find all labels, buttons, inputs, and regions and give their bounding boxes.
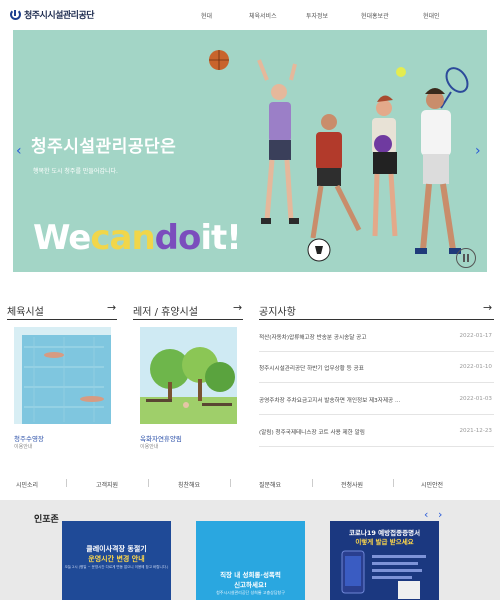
- hero-banner[interactable]: 청주시설관리공단은 행복한 도시 청주를 만들어갑니다. ‹ › Wecando…: [13, 30, 487, 272]
- slogan-do: do: [154, 218, 202, 258]
- banner-headline: 클레이사격장 동절기: [86, 545, 147, 553]
- notice-item[interactable]: (알림) 청주국제테니스장 코트 사용 제한 알림 2021-12-23: [259, 419, 494, 447]
- divider: [148, 479, 149, 487]
- quick-link[interactable]: 시민안전: [421, 480, 443, 489]
- notice-title[interactable]: 공영주차장 주차요금고지서 발송하면 개인정보 제3자제공 ...: [259, 396, 400, 404]
- notice-section-header: 공지사항 →: [259, 301, 494, 320]
- sports-thumbnail[interactable]: [14, 327, 111, 424]
- divider: [312, 479, 313, 487]
- notice-title[interactable]: (알림) 청주국제테니스장 코트 사용 제한 알림: [259, 428, 365, 436]
- notice-date: 2021-12-23: [459, 428, 492, 434]
- pause-icon[interactable]: [456, 248, 476, 268]
- nav-item-1[interactable]: 현대: [201, 11, 212, 20]
- arrow-right-icon[interactable]: →: [233, 301, 242, 314]
- quick-link[interactable]: 전청사원: [341, 480, 363, 489]
- quick-link[interactable]: 시민소리: [16, 480, 38, 489]
- sports-section-title: 체육시설: [7, 307, 44, 318]
- quick-link[interactable]: 질문해요: [259, 480, 281, 489]
- divider: [259, 319, 494, 320]
- chevron-right-icon[interactable]: ›: [438, 508, 442, 521]
- notice-title[interactable]: 청주시시설관리공단 하반기 업무상황 등 공표: [259, 364, 364, 372]
- banner-headline: 직장 내 성희롱·성폭력: [220, 571, 281, 579]
- infozone-banner[interactable]: 코로나19 예방접종증명서 이렇게 발급 받으세요: [330, 521, 439, 600]
- athletes-illustration: [209, 50, 469, 262]
- infozone-section: 인포존 ‹ › 클레이사격장 동절기 운영시간 변경 안내 오늘 2시 (평일 …: [0, 500, 500, 600]
- nav-item-2[interactable]: 체육서비스: [249, 11, 277, 20]
- divider: [133, 319, 243, 320]
- quick-link[interactable]: 고객지원: [96, 480, 118, 489]
- chevron-left-icon[interactable]: ‹: [424, 508, 428, 521]
- arrow-right-icon[interactable]: →: [483, 301, 492, 314]
- infozone-title: 인포존: [34, 515, 59, 525]
- leisure-card-name[interactable]: 옥화자연휴양림: [140, 433, 182, 443]
- leisure-section-header: 레저 / 휴양시설 →: [133, 301, 243, 320]
- main-nav: 현대 체육서비스 투자정보 현대홍보관 현대인: [0, 11, 500, 23]
- notice-section-title: 공지사항: [259, 307, 296, 318]
- leisure-card-sub: 이용안내: [140, 444, 159, 450]
- nav-item-3[interactable]: 투자정보: [306, 11, 328, 20]
- hero-title: 청주시설관리공단은: [31, 137, 177, 157]
- sports-card-sub: 이용안내: [14, 444, 33, 450]
- banner-headline-2: 이렇게 발급 받으세요: [355, 538, 414, 546]
- divider: [66, 479, 67, 487]
- quick-link[interactable]: 칭찬해요: [178, 480, 200, 489]
- phone-illustration: [341, 550, 426, 599]
- notice-date: 2022-01-03: [459, 396, 492, 402]
- site-header: 청주시시설관리공단 현대 체육서비스 투자정보 현대홍보관 현대인: [0, 0, 500, 30]
- divider: [393, 479, 394, 487]
- banner-body: 청주시시설관리공단 성희롱 고충상담창구: [216, 590, 285, 595]
- sports-section-header: 체육시설 →: [7, 301, 117, 320]
- notice-title[interactable]: 적산(자동차)압류해고장 반송분 공시송달 공고: [259, 333, 366, 341]
- slogan-we: We: [33, 218, 91, 258]
- arrow-right-icon[interactable]: →: [107, 301, 116, 314]
- notice-item[interactable]: 청주시시설관리공단 하반기 업무상황 등 공표 2022-01-10: [259, 355, 494, 383]
- leisure-section-title: 레저 / 휴양시설: [133, 307, 198, 318]
- nav-item-5[interactable]: 현대인: [423, 11, 440, 20]
- banner-headline-2: 신고하세요!: [234, 581, 267, 589]
- notice-item[interactable]: 적산(자동차)압류해고장 반송분 공시송달 공고 2022-01-17: [259, 324, 494, 352]
- swimming-pool-image: [14, 327, 111, 424]
- nav-item-4[interactable]: 현대홍보관: [361, 11, 389, 20]
- infozone-banner[interactable]: 직장 내 성희롱·성폭력 신고하세요! 청주시시설관리공단 성희롱 고충상담창구: [196, 521, 305, 600]
- leisure-thumbnail[interactable]: [140, 327, 237, 424]
- quick-links-bar: 시민소리 고객지원 칭찬해요 질문해요 전청사원 시민안전: [0, 474, 500, 494]
- banner-headline-2: 운영시간 변경 안내: [88, 555, 145, 563]
- slogan-can: can: [90, 218, 155, 258]
- banner-body: 오늘 2시 (평일 ~ 운영시간 다르게 변동 없으니 이용에 참고 바랍니다.…: [64, 565, 169, 569]
- divider: [7, 319, 117, 320]
- sports-card-name[interactable]: 청주수영장: [14, 433, 44, 443]
- notice-date: 2022-01-17: [459, 333, 492, 339]
- divider: [230, 479, 231, 487]
- notice-date: 2022-01-10: [459, 364, 492, 370]
- infozone-banner[interactable]: 클레이사격장 동절기 운영시간 변경 안내 오늘 2시 (평일 ~ 운영시간 다…: [62, 521, 171, 600]
- chevron-left-icon[interactable]: ‹: [16, 143, 22, 159]
- hero-subtitle: 행복한 도시 청주를 만들어갑니다.: [33, 168, 118, 175]
- forest-image: [140, 327, 237, 424]
- notice-item[interactable]: 공영주차장 주차요금고지서 발송하면 개인정보 제3자제공 ... 2022-0…: [259, 387, 494, 415]
